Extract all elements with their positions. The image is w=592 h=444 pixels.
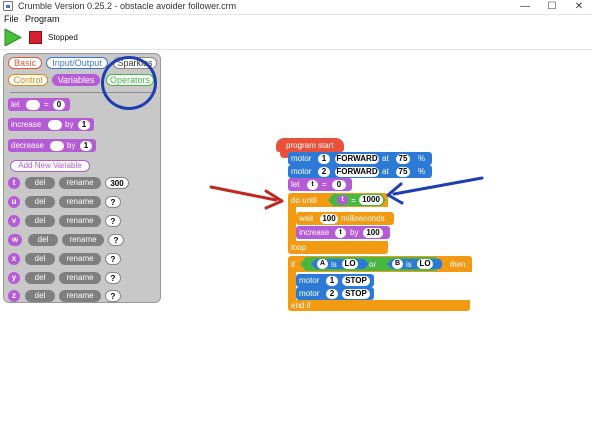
annotation-arrows: [209, 176, 484, 210]
blue-arrow: [386, 176, 484, 205]
red-arrow: [209, 185, 284, 210]
